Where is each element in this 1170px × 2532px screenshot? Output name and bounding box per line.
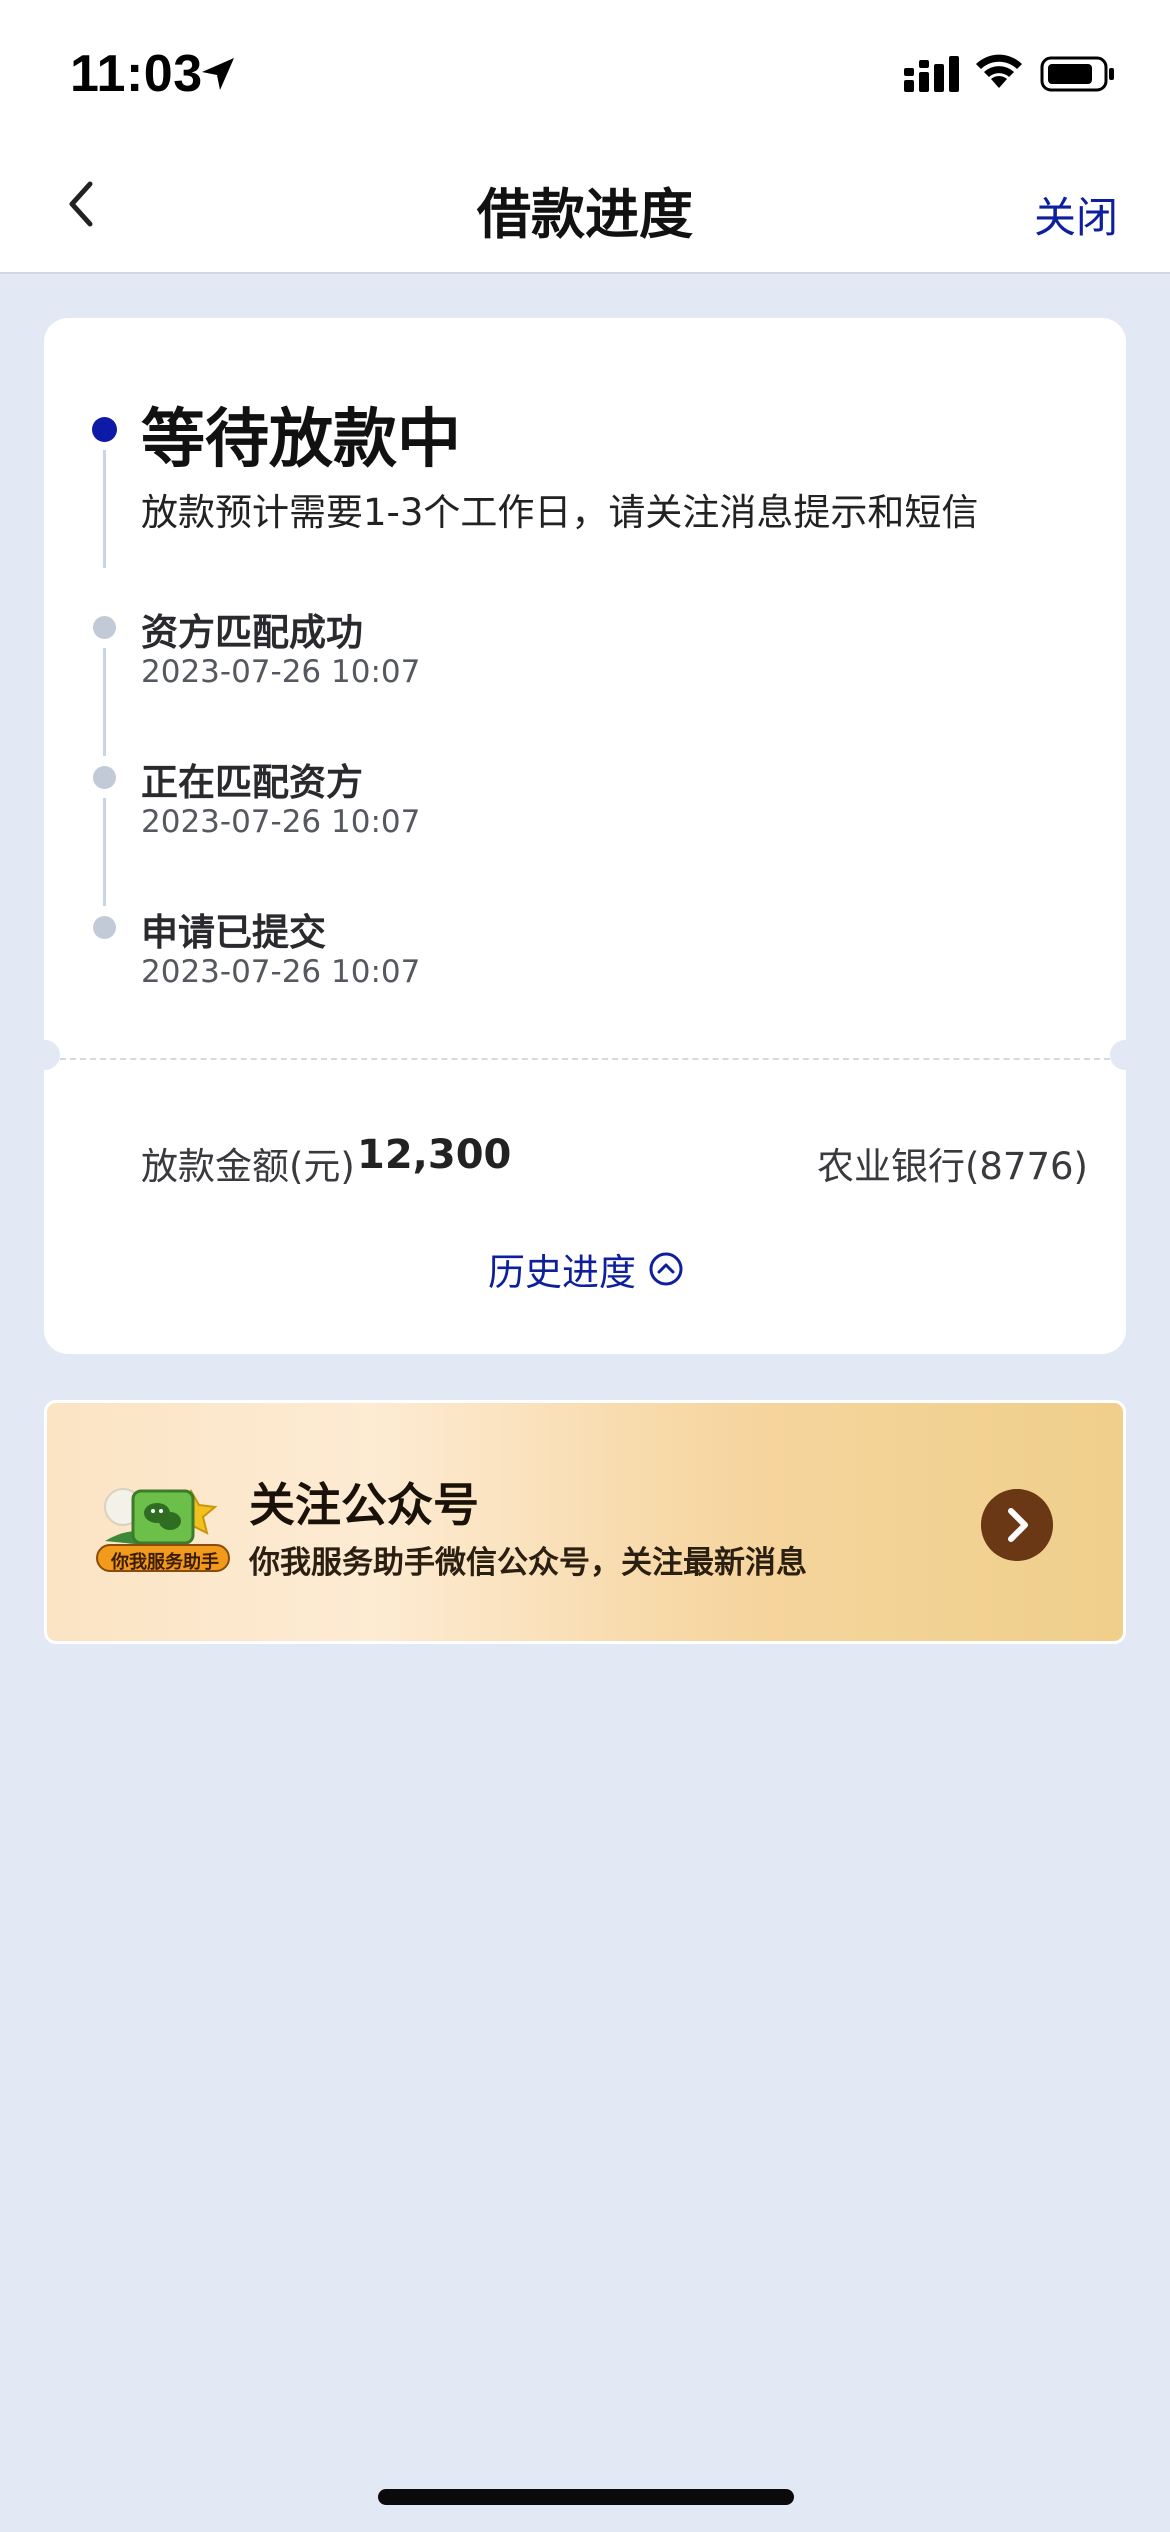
bank-account: 农业银行(8776) [816,1145,1088,1188]
banner-subtitle: 你我服务助手微信公众号，关注最新消息 [249,1545,807,1581]
signal-icon [904,56,959,92]
timeline-line [103,648,106,756]
chevron-right-icon[interactable] [981,1489,1053,1561]
timeline-dot [93,916,116,939]
card-notch-left [30,1040,60,1070]
amount-label: 放款金额(元) [141,1145,355,1188]
timeline-dot [93,616,116,639]
screen: 11:03 借款进度 关闭 等待放款中 放款预计需要1-3个工作日，请关注消息提… [0,0,1170,2532]
step-time: 2023-07-26 10:07 [141,804,421,840]
wifi-icon [976,54,1022,88]
page-title: 借款进度 [477,183,693,246]
follow-account-banner[interactable]: 你我服务助手 关注公众号 你我服务助手微信公众号，关注最新消息 [44,1400,1126,1644]
location-arrow-icon [202,58,234,90]
home-indicator[interactable] [378,2489,794,2505]
card-divider [60,1058,1110,1060]
history-progress-button[interactable]: 历史进度 [488,1244,684,1294]
battery-icon [1040,56,1114,92]
timeline-dot-active [92,417,117,442]
amount-value: 12,300 [357,1132,512,1178]
history-progress-label: 历史进度 [488,1251,636,1294]
timeline-dot [93,766,116,789]
current-step-title: 等待放款中 [141,403,461,477]
step-title: 申请已提交 [141,911,326,954]
current-step-desc: 放款预计需要1-3个工作日，请关注消息提示和短信 [141,491,979,534]
step-time: 2023-07-26 10:07 [141,954,421,990]
step-time: 2023-07-26 10:07 [141,654,421,690]
banner-logo-text: 你我服务助手 [111,1552,219,1573]
close-button[interactable]: 关闭 [1034,184,1118,245]
step-title: 正在匹配资方 [141,761,363,804]
timeline-line [103,798,106,906]
card-notch-right [1110,1040,1140,1070]
status-time: 11:03 [70,45,203,103]
status-bar: 11:03 [0,0,1170,150]
chevron-up-circle-icon [649,1252,683,1286]
timeline-line [103,450,106,568]
step-title: 资方匹配成功 [141,611,363,654]
banner-title: 关注公众号 [249,1478,479,1532]
